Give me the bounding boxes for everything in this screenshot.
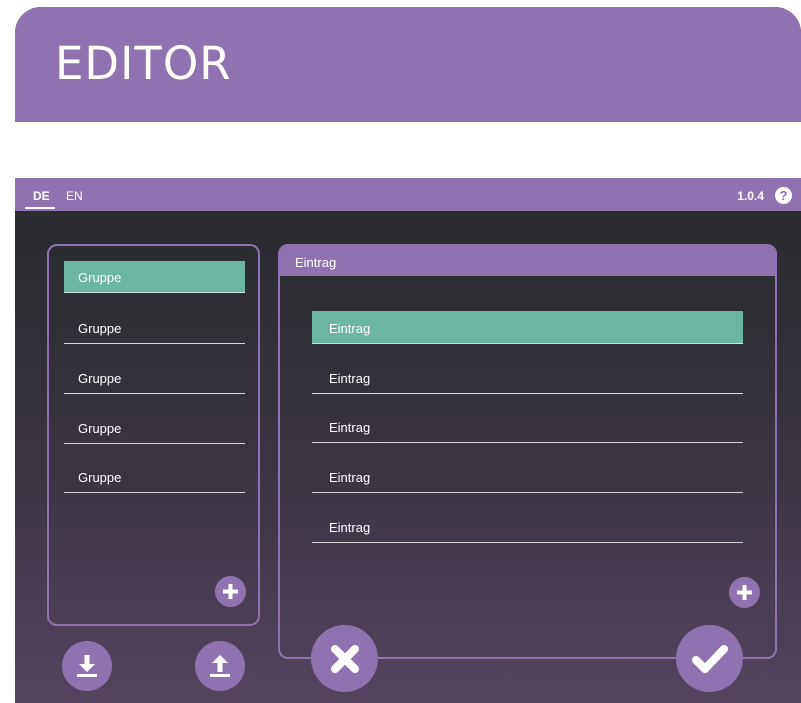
language-en[interactable]: EN xyxy=(66,190,83,202)
plus-icon xyxy=(737,585,752,600)
import-button[interactable] xyxy=(62,641,112,691)
group-item[interactable]: Gruppe xyxy=(64,461,245,493)
group-item[interactable]: Gruppe xyxy=(64,312,245,344)
confirm-button[interactable] xyxy=(676,625,743,692)
plus-icon xyxy=(223,584,238,599)
editor-window: EDITOR DE EN 1.0.4 ? Gruppe Gruppe Grupp… xyxy=(15,7,801,703)
add-group-button[interactable] xyxy=(215,576,246,607)
page-title: EDITOR xyxy=(55,41,232,86)
language-de[interactable]: DE xyxy=(33,190,50,202)
group-panel: Gruppe Gruppe Gruppe Gruppe Gruppe xyxy=(47,244,260,626)
entry-item[interactable]: Eintrag xyxy=(312,510,743,543)
group-item[interactable]: Gruppe xyxy=(64,261,245,293)
entry-item[interactable]: Eintrag xyxy=(312,460,743,493)
entry-item[interactable]: Eintrag xyxy=(312,361,743,394)
check-icon xyxy=(692,644,728,674)
download-icon xyxy=(75,654,99,678)
language-bar: DE EN 1.0.4 ? xyxy=(15,178,801,211)
entry-panel: Eintrag Eintrag Eintrag Eintrag Eintrag … xyxy=(278,244,777,659)
help-icon[interactable]: ? xyxy=(775,187,792,204)
entry-item[interactable]: Eintrag xyxy=(312,311,743,344)
upload-icon xyxy=(208,654,232,678)
entry-item[interactable]: Eintrag xyxy=(312,410,743,443)
group-item[interactable]: Gruppe xyxy=(64,412,245,444)
close-icon xyxy=(330,644,360,674)
version-label: 1.0.4 xyxy=(737,190,764,202)
entry-panel-header: Eintrag xyxy=(280,246,775,276)
title-bar: EDITOR xyxy=(15,7,801,122)
group-item[interactable]: Gruppe xyxy=(64,362,245,394)
white-bar xyxy=(15,122,801,178)
add-entry-button[interactable] xyxy=(729,577,760,608)
cancel-button[interactable] xyxy=(311,625,378,692)
active-language-indicator xyxy=(25,207,55,209)
export-button[interactable] xyxy=(195,641,245,691)
